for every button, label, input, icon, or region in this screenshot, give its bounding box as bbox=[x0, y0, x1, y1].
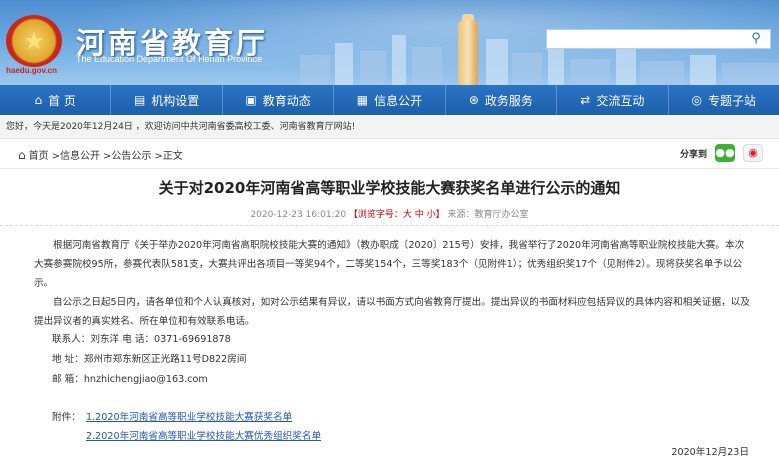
nav-item-interact[interactable]: ⇄ 交流互动 bbox=[557, 85, 669, 115]
banner-building bbox=[548, 45, 564, 85]
nav-label: 专题子站 bbox=[707, 93, 756, 108]
attachment-label: 附件： bbox=[52, 412, 81, 423]
nav-item-info[interactable]: ▦ 信息公开 bbox=[334, 85, 446, 115]
article-meta: 2020-12-23 16:01:20 【浏览字号：大 中 小】 来源：教育厅办… bbox=[0, 204, 779, 226]
nav-label: 教育动态 bbox=[262, 93, 311, 108]
breadcrumb-bar: ⌂ 首页 >信息公开 >公告公示 >正文 分享到 ●● ◉ bbox=[0, 139, 779, 169]
banner-building bbox=[360, 51, 386, 85]
contact-email: 邮 箱：hnzhichengjiao@163.com bbox=[52, 374, 208, 385]
search-box: ⚲ bbox=[546, 29, 771, 49]
interact-icon: ⇄ bbox=[580, 93, 591, 107]
article-source: 来源：教育厅办公室 bbox=[447, 210, 529, 220]
topic-icon: ◎ bbox=[691, 93, 702, 107]
article-paragraph: 自公示之日起5日内，请各单位和个人认真核对，如对公示结果有异议，请以书面方式向省… bbox=[34, 297, 750, 327]
nav-item-org[interactable]: ▤ 机构设置 bbox=[111, 85, 223, 115]
article-title: 关于对2020年河南省高等职业学校技能大赛获奖名单进行公示的通知 bbox=[158, 179, 621, 197]
article-paragraph: 根据河南省教育厅《关于举办2020年河南省高职院校技能大赛的通知》（教办职成〔2… bbox=[34, 240, 745, 289]
banner-building bbox=[392, 35, 406, 85]
main-nav: ⌂ 首 页 ▤ 机构设置 ▣ 教育动态 ▦ 信息公开 ⊛ 政务服务 ⇄ 交流互动 ◎ 专题子站 bbox=[0, 85, 779, 115]
page: ★ haedu.gov.cn 河南省教育厅 The Education Depa… bbox=[0, 0, 779, 473]
nav-item-home[interactable]: ⌂ 首 页 bbox=[0, 85, 112, 115]
nav-item-news[interactable]: ▣ 教育动态 bbox=[223, 85, 335, 115]
service-icon: ⊛ bbox=[468, 93, 479, 107]
banner-building bbox=[570, 59, 610, 85]
banner-building bbox=[722, 63, 779, 85]
banner-building bbox=[616, 49, 636, 85]
national-emblem-icon: ★ bbox=[6, 15, 62, 67]
banner-building bbox=[512, 53, 542, 85]
home-icon: ⌂ bbox=[34, 93, 43, 107]
nav-item-service[interactable]: ⊛ 政务服务 bbox=[446, 85, 558, 115]
banner-building bbox=[412, 47, 442, 85]
article-date: 2020-12-23 16:01:20 bbox=[250, 210, 347, 220]
banner-building bbox=[640, 61, 684, 85]
contact-address: 地 址：郑州市郑东新区正光路11号D822房间 bbox=[52, 354, 247, 365]
search-input[interactable] bbox=[551, 31, 741, 47]
wechat-icon[interactable]: ●● bbox=[715, 144, 735, 162]
article-body: 根据河南省教育厅《关于举办2020年河南省高职院校技能大赛的通知》（教办职成〔2… bbox=[34, 236, 752, 331]
banner-building bbox=[486, 39, 508, 85]
share-area: 分享到 ●● ◉ bbox=[680, 144, 763, 162]
site-title-en: The Education Department Of Henan Provin… bbox=[76, 54, 263, 64]
org-icon: ▤ bbox=[133, 93, 146, 107]
sign-date: 2020年12月23日 bbox=[671, 447, 749, 458]
share-label: 分享到 bbox=[679, 149, 707, 160]
header-banner: ★ haedu.gov.cn 河南省教育厅 The Education Depa… bbox=[0, 0, 779, 85]
font-size-switch[interactable]: 【浏览字号：大 中 小】 bbox=[349, 210, 445, 220]
news-icon: ▣ bbox=[245, 93, 257, 107]
nav-item-topic[interactable]: ◎ 专题子站 bbox=[669, 85, 779, 115]
breadcrumb-current: >正文 bbox=[154, 151, 183, 162]
banner-building bbox=[335, 43, 353, 85]
contact-person: 联系人：刘东洋 电 话：0371-69691878 bbox=[52, 334, 231, 345]
breadcrumb-info[interactable]: >信息公开 bbox=[52, 147, 100, 162]
attachment-link-2[interactable]: 2.2020年河南省高等职业学校技能大赛优秀组织奖名单 bbox=[86, 428, 321, 442]
nav-label: 交流互动 bbox=[596, 93, 645, 108]
banner-building bbox=[690, 55, 716, 85]
nav-label: 机构设置 bbox=[151, 93, 200, 108]
welcome-bar: 您好，今天是2020年12月24日 ，欢迎访问中共河南省委高校工委、河南省教育厅… bbox=[0, 115, 779, 139]
attachment-link-1[interactable]: 1.2020年河南省高等职业学校技能大赛获奖名单 bbox=[86, 409, 292, 423]
nav-label: 信息公开 bbox=[374, 93, 423, 108]
breadcrumb-notice[interactable]: >公告公示 bbox=[103, 147, 151, 162]
nav-label: 政务服务 bbox=[484, 93, 533, 108]
banner-building bbox=[300, 55, 330, 85]
info-icon: ▦ bbox=[356, 93, 369, 107]
home-icon: ⌂ bbox=[18, 147, 26, 162]
search-icon[interactable]: ⚲ bbox=[748, 31, 764, 47]
tower bbox=[458, 20, 478, 85]
domain-label: haedu.gov.cn bbox=[6, 66, 57, 75]
breadcrumb: ⌂ 首页 >信息公开 >公告公示 >正文 bbox=[18, 147, 183, 163]
breadcrumb-home[interactable]: 首页 bbox=[29, 147, 49, 162]
weibo-icon[interactable]: ◉ bbox=[743, 144, 763, 162]
nav-label: 首 页 bbox=[48, 93, 76, 108]
